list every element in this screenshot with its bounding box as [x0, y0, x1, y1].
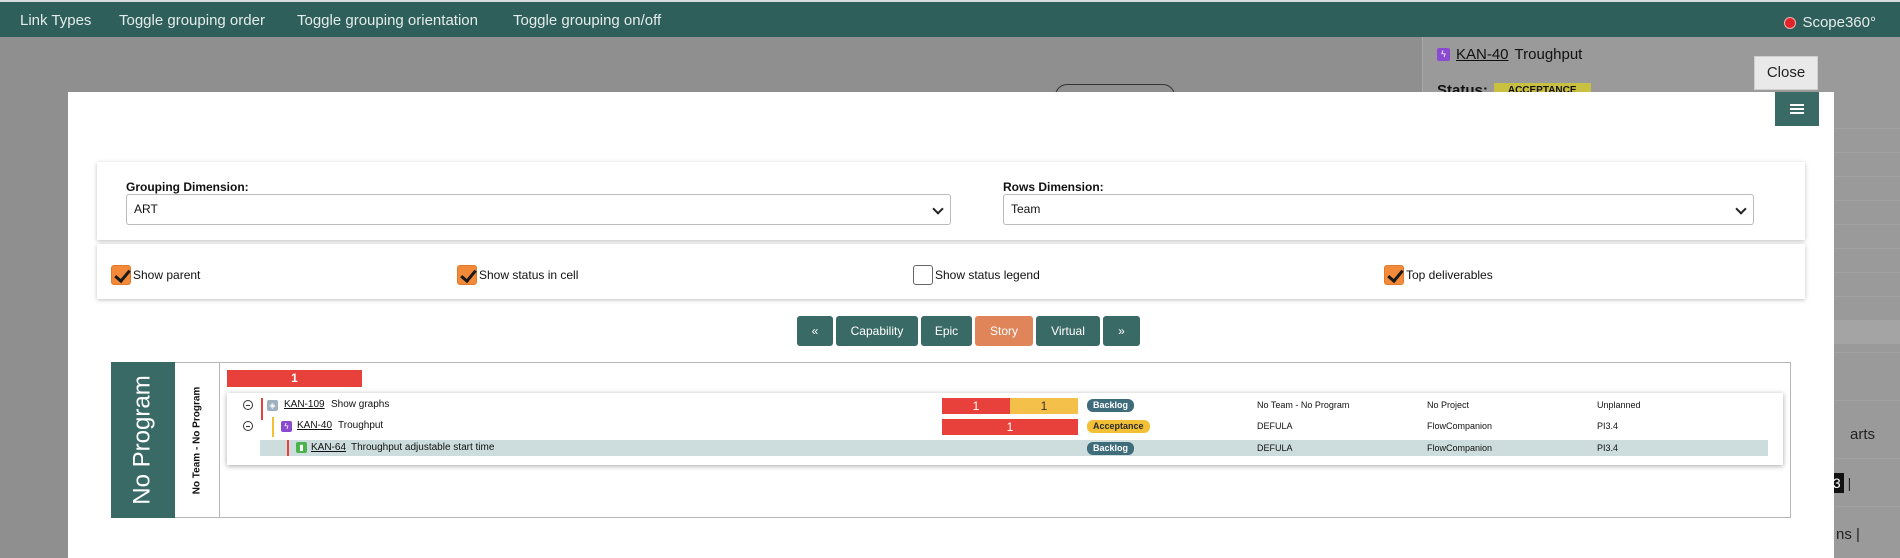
- collapse-icon[interactable]: [243, 421, 253, 431]
- grouping-dimension-value: ART: [134, 202, 158, 216]
- checkbox-checked-icon[interactable]: [1384, 265, 1404, 285]
- nav-toggle-grouping-onoff[interactable]: Toggle grouping on/off: [513, 12, 661, 29]
- status-indicator: [261, 398, 263, 420]
- checkbox-checked-icon[interactable]: [111, 265, 131, 285]
- level-next-button[interactable]: »: [1103, 316, 1140, 346]
- background-ns-text: ns |: [1836, 526, 1860, 543]
- program-name: No Program: [129, 375, 156, 505]
- team-header: No Team - No Program: [175, 362, 220, 518]
- show-parent-checkbox[interactable]: Show parent: [111, 265, 200, 285]
- issue-key[interactable]: KAN-64: [311, 442, 346, 453]
- level-epic-button[interactable]: Epic: [921, 316, 972, 346]
- progress-red-segment: 1: [942, 398, 1010, 414]
- level-switcher: « Capability Epic Story Virtual »: [797, 316, 1140, 346]
- issue-list: ◈ KAN-109 Show graphs 1 1 Backlog No Tea…: [227, 393, 1783, 465]
- status-indicator: [287, 440, 289, 456]
- show-status-in-cell-label: Show status in cell: [479, 268, 579, 282]
- show-status-legend-label: Show status legend: [935, 268, 1040, 282]
- show-status-legend-checkbox[interactable]: Show status legend: [913, 265, 1040, 285]
- hamburger-icon: [1790, 102, 1804, 116]
- team-name: No Team - No Program: [191, 386, 203, 494]
- brand[interactable]: Scope360°: [1784, 14, 1876, 31]
- checkbox-unchecked-icon[interactable]: [913, 265, 933, 285]
- show-parent-label: Show parent: [133, 268, 201, 282]
- team-cell: No Team - No Program: [1257, 400, 1350, 410]
- project-cell: No Project: [1427, 400, 1470, 410]
- progress-red-segment: 1: [942, 419, 1078, 435]
- status-indicator: [272, 417, 274, 437]
- show-status-in-cell-checkbox[interactable]: Show status in cell: [457, 265, 578, 285]
- nav-toggle-grouping-orientation[interactable]: Toggle grouping orientation: [297, 12, 478, 29]
- team-cell: DEFULA: [1257, 421, 1293, 431]
- team-cell: DEFULA: [1257, 443, 1293, 453]
- story-icon: ▮: [296, 442, 307, 453]
- background-issue-title: Troughput: [1514, 46, 1583, 63]
- pi-cell: Unplanned: [1597, 400, 1641, 410]
- top-deliverables-checkbox[interactable]: Top deliverables: [1384, 265, 1493, 285]
- epic-icon: ϟ: [281, 421, 292, 432]
- collapse-icon[interactable]: [243, 400, 253, 410]
- rows-dimension-select[interactable]: Team: [1003, 194, 1754, 225]
- nav-toggle-grouping-order[interactable]: Toggle grouping order: [119, 12, 265, 29]
- project-cell: FlowCompanion: [1427, 443, 1493, 453]
- background-arts-text: arts: [1850, 426, 1876, 443]
- pi-cell: PI3.4: [1597, 421, 1619, 431]
- issue-key[interactable]: KAN-40: [297, 420, 332, 431]
- issue-title: Show graphs: [331, 399, 390, 410]
- chevron-down-icon: [1735, 203, 1747, 215]
- progress-yellow-segment: 1: [1010, 398, 1078, 414]
- rows-dimension-value: Team: [1011, 202, 1041, 216]
- count-bar: 1: [227, 370, 362, 387]
- epic-icon: ϟ: [1437, 48, 1450, 61]
- brand-name: Scope360°: [1802, 14, 1876, 31]
- level-prev-button[interactable]: «: [797, 316, 833, 346]
- status-badge: Acceptance: [1087, 420, 1150, 433]
- issue-key[interactable]: KAN-109: [284, 399, 325, 410]
- grouping-dimension-select[interactable]: ART: [126, 194, 951, 225]
- issue-row[interactable]: ϟ KAN-40 Troughput 1 Acceptance DEFULA F…: [227, 417, 1783, 437]
- status-badge: Backlog: [1087, 399, 1135, 412]
- program-header: No Program: [111, 362, 175, 518]
- level-capability-button[interactable]: Capability: [836, 316, 918, 346]
- top-deliverables-label: Top deliverables: [1406, 268, 1493, 282]
- rows-dimension-label: Rows Dimension:: [1003, 180, 1104, 194]
- issue-title: Throughput adjustable start time: [351, 442, 495, 453]
- status-badge: Backlog: [1087, 442, 1135, 455]
- level-virtual-button[interactable]: Virtual: [1036, 316, 1100, 346]
- issue-row[interactable]: ▮ KAN-64 Throughput adjustable start tim…: [260, 440, 1768, 456]
- grouping-dimension-label: Grouping Dimension:: [126, 180, 249, 194]
- issue-title: Troughput: [338, 420, 384, 431]
- close-button[interactable]: Close: [1754, 56, 1818, 90]
- top-nav-bar: Link Types Toggle grouping order Toggle …: [0, 0, 1900, 37]
- brand-logo-icon: [1784, 16, 1797, 29]
- chevron-down-icon: [932, 203, 944, 215]
- capability-icon: ◈: [267, 400, 278, 411]
- background-number-separator: |: [1847, 475, 1852, 491]
- project-cell: FlowCompanion: [1427, 421, 1493, 431]
- nav-link-types[interactable]: Link Types: [20, 12, 91, 29]
- menu-button[interactable]: [1775, 92, 1819, 126]
- level-story-button[interactable]: Story: [975, 316, 1033, 346]
- issue-row[interactable]: ◈ KAN-109 Show graphs 1 1 Backlog No Tea…: [227, 397, 1783, 420]
- pi-cell: PI3.4: [1597, 443, 1619, 453]
- checkbox-checked-icon[interactable]: [457, 265, 477, 285]
- background-issue-key[interactable]: KAN-40: [1456, 46, 1509, 63]
- background-issue-heading: ϟ KAN-40 Troughput: [1437, 46, 1582, 63]
